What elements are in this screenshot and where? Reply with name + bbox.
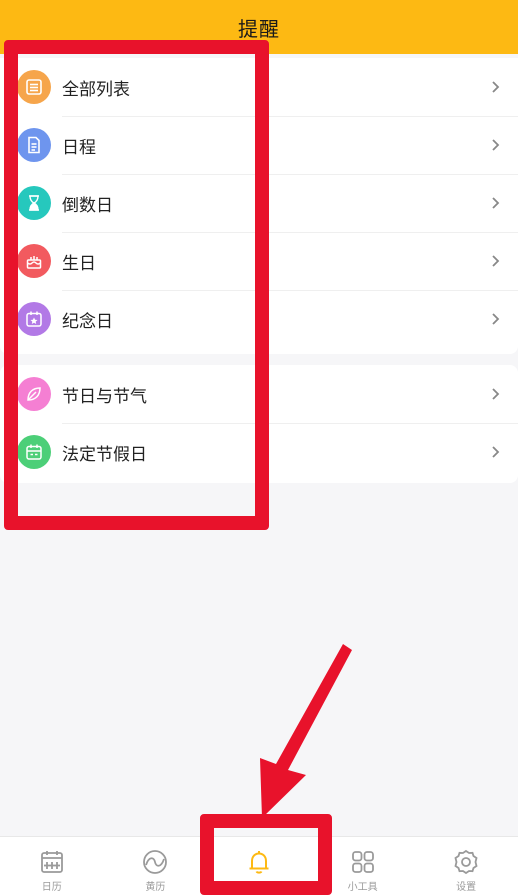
row-label: 日程 (62, 137, 96, 158)
row-label: 全部列表 (62, 79, 130, 100)
yinyang-icon (143, 850, 168, 874)
grid-icon (351, 851, 374, 873)
chevron-right-icon (492, 197, 500, 209)
row-label: 倒数日 (62, 195, 113, 216)
row-label: 纪念日 (62, 311, 113, 332)
tab-almanac[interactable]: 黄历 (104, 837, 208, 895)
row-birthday[interactable]: 生日 (0, 232, 518, 290)
chevron-right-icon (492, 81, 500, 93)
row-label: 生日 (62, 253, 96, 274)
chevron-right-icon (492, 313, 500, 325)
tab-tools[interactable]: 小工具 (311, 837, 415, 895)
calendar-star-icon (17, 302, 51, 336)
tab-label: 提醒 (248, 882, 269, 893)
row-all-lists[interactable]: 全部列表 (0, 58, 518, 116)
page-title: 提醒 (238, 16, 280, 41)
document-icon (17, 128, 51, 162)
row-countdown[interactable]: 倒数日 (0, 174, 518, 232)
list-icon (17, 70, 51, 104)
row-schedule[interactable]: 日程 (0, 116, 518, 174)
chevron-right-icon (492, 255, 500, 267)
row-anniversary[interactable]: 纪念日 (0, 290, 518, 348)
row-public-holidays[interactable]: 法定节假日 (0, 423, 518, 481)
tab-label: 设置 (456, 882, 477, 893)
leaf-icon (17, 377, 51, 411)
cake-icon (17, 244, 51, 278)
chevron-right-icon (492, 139, 500, 151)
row-festivals[interactable]: 节日与节气 (0, 365, 518, 423)
bottom-tab-bar: 日历 黄历 提醒 小工具 设置 (0, 836, 518, 895)
tab-reminder[interactable]: 提醒 (207, 837, 311, 895)
top-header: 提醒 (0, 0, 518, 54)
tab-label: 日历 (41, 882, 62, 893)
tab-label: 小工具 (347, 882, 378, 893)
hourglass-icon (17, 186, 51, 220)
tab-settings[interactable]: 设置 (414, 837, 518, 895)
tab-calendar[interactable]: 日历 (0, 837, 104, 895)
reminder-list-group-1: 全部列表 日程 倒数日 生日 纪念日 (0, 58, 518, 354)
reminder-list-group-2: 节日与节气 法定节假日 (0, 365, 518, 483)
row-label: 节日与节气 (62, 386, 147, 407)
holiday-calendar-icon (17, 435, 51, 469)
gear-icon (454, 849, 478, 875)
row-label: 法定节假日 (62, 444, 147, 465)
annotation-arrow-icon (260, 644, 352, 818)
calendar-icon (40, 851, 63, 873)
bell-icon (249, 851, 269, 874)
tab-label: 黄历 (145, 882, 166, 893)
chevron-right-icon (492, 446, 500, 458)
chevron-right-icon (492, 388, 500, 400)
